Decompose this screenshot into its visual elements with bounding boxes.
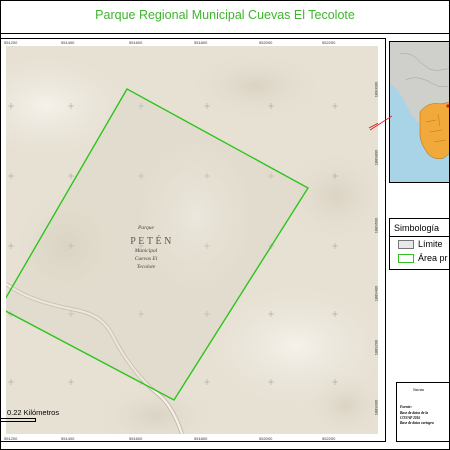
bottom-tick-label: 551200 (4, 436, 18, 441)
main-map: PETÉN Parque Municipal Cuevas El Tecolot… (6, 46, 378, 434)
top-tick-label: 552000 (259, 40, 273, 45)
inset-leader-line (370, 115, 392, 131)
title-divider (0, 33, 450, 34)
bottom-tick-label: 551600 (129, 436, 143, 441)
inset-location-marker (446, 104, 449, 108)
region-label: PETÉN (130, 235, 174, 247)
location-inset-map (389, 41, 450, 183)
source-line: Base de datos cartogra (400, 421, 434, 425)
park-label-line: Tecolote (137, 264, 156, 270)
bottom-tick-label: 552200 (322, 436, 336, 441)
right-tick-label: 1889000 (373, 399, 379, 416)
legend-item-label: Límite (418, 239, 443, 249)
map-title-bar: Parque Regional Municipal Cuevas El Teco… (0, 3, 450, 27)
bottom-tick-label: 552000 (259, 436, 273, 441)
top-tick-label: 551400 (61, 40, 75, 45)
source-line: Base de datos de la (400, 411, 429, 415)
bottom-tick-label: 551800 (194, 436, 208, 441)
scale-label: 0.22 Kilómetros (7, 408, 60, 417)
inset-map-graphic (390, 42, 449, 182)
right-tick-label: 1889600 (373, 217, 379, 234)
legend-divider (390, 236, 449, 237)
scale-bar (0, 418, 36, 422)
map-title: Parque Regional Municipal Cuevas El Teco… (95, 8, 355, 22)
right-tick-label: 1889800 (373, 149, 379, 166)
legend-item: Límite (398, 239, 443, 249)
top-tick-label: 551600 (129, 40, 143, 45)
source-info-box: Sistema Fuente: Base de datos de la CONA… (396, 382, 450, 442)
park-label-line: Municipal (134, 248, 158, 254)
area-swatch (398, 253, 414, 263)
source-label: Fuente: (400, 405, 412, 409)
park-label-line: Cuevas El (135, 256, 158, 262)
info-header: Sistema (413, 388, 425, 392)
legend-item-label: Área pr (418, 253, 448, 263)
limit-swatch (398, 239, 414, 249)
top-tick-label: 551800 (194, 40, 208, 45)
inset-leader (370, 115, 392, 131)
top-tick-label: 552200 (322, 40, 336, 45)
park-label-line: Parque (137, 225, 155, 231)
right-tick-label: 1889400 (373, 285, 379, 302)
legend-item: Área pr (398, 253, 448, 263)
bottom-tick-label: 551400 (61, 436, 75, 441)
legend-title: Simbología (394, 223, 440, 233)
source-line: CONAP 2016 (400, 416, 421, 420)
legend-box: Simbología Límite Área pr (389, 218, 450, 270)
right-tick-label: 1889200 (373, 339, 379, 356)
top-tick-label: 551200 (4, 40, 18, 45)
